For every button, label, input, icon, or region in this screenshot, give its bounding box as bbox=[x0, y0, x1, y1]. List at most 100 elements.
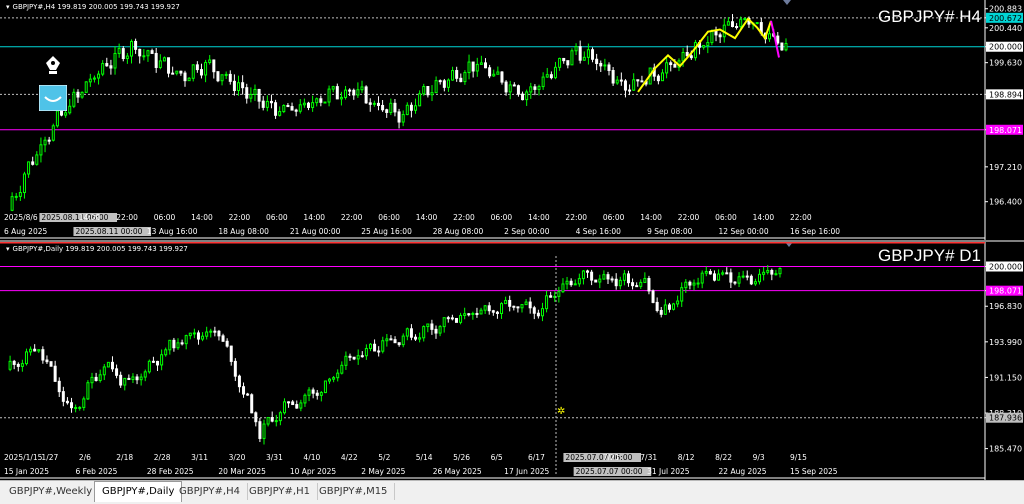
candle-body bbox=[68, 105, 72, 114]
candle-body bbox=[245, 87, 249, 99]
tab-daily[interactable]: GBPJPY#,Daily bbox=[94, 481, 183, 502]
candle-body bbox=[631, 282, 635, 287]
candle-body bbox=[311, 102, 315, 108]
candle-body bbox=[205, 331, 209, 337]
time-label-bottom: 15 Sep 2025 bbox=[790, 467, 838, 476]
candle-body bbox=[545, 295, 549, 310]
candle-body bbox=[397, 111, 401, 123]
candle-body bbox=[741, 275, 745, 278]
candle-body bbox=[20, 363, 24, 367]
dropdown-triangle-icon[interactable]: ▾ bbox=[6, 245, 10, 253]
candle-body bbox=[306, 102, 310, 108]
price-label: 198.071 bbox=[989, 126, 1022, 135]
candle-body bbox=[97, 73, 101, 79]
candle-body bbox=[27, 161, 31, 175]
candle-body bbox=[784, 42, 788, 51]
smile-box-icon[interactable] bbox=[39, 85, 67, 111]
price-label: 198.894 bbox=[989, 90, 1022, 99]
candle-body bbox=[381, 340, 385, 352]
candle-body bbox=[762, 271, 766, 275]
d1-chart-title: GBPJPY# D1 bbox=[878, 246, 981, 265]
time-label-bottom: 6 Feb 2025 bbox=[75, 467, 117, 476]
candle-body bbox=[208, 59, 212, 64]
candle-body bbox=[150, 50, 154, 54]
tab-h1[interactable]: GBPJPY#,H1 bbox=[242, 483, 318, 500]
candle-body bbox=[438, 326, 442, 334]
time-label-top: 1/27 bbox=[41, 453, 58, 462]
candle-body bbox=[328, 378, 332, 382]
candle-body bbox=[24, 351, 28, 365]
candle-body bbox=[706, 42, 710, 46]
time-label-top: 2/6 bbox=[79, 453, 91, 462]
candle-body bbox=[113, 52, 117, 69]
candle-body bbox=[532, 307, 536, 314]
candle-body bbox=[168, 339, 172, 351]
candle-body bbox=[195, 64, 199, 71]
tab-h4[interactable]: GBPJPY#,H4 bbox=[172, 483, 248, 500]
candle-body bbox=[735, 26, 739, 29]
candle-body bbox=[663, 304, 667, 315]
candle-body bbox=[591, 49, 595, 60]
candle-body bbox=[237, 82, 241, 91]
h4-chart-canvas[interactable]: 200.883200.672200.440 200.000 199.630 198.8… bbox=[0, 0, 1024, 240]
candle-body bbox=[311, 389, 315, 394]
candle-body bbox=[225, 340, 229, 347]
candle-body bbox=[229, 345, 233, 362]
time-label-bottom: 2 Sep 00:00 bbox=[504, 227, 550, 236]
candle-body bbox=[323, 101, 327, 104]
price-label: 200.440 bbox=[989, 24, 1022, 33]
time-label-top: 6/5 bbox=[491, 453, 503, 462]
candle-body bbox=[377, 350, 381, 353]
candle-body bbox=[730, 21, 734, 28]
candle-body bbox=[364, 348, 368, 357]
price-label: 196.400 bbox=[989, 198, 1022, 207]
candle-body bbox=[49, 361, 53, 367]
pen-nib-icon[interactable] bbox=[44, 55, 62, 75]
candle-body bbox=[401, 114, 405, 123]
candle-body bbox=[590, 271, 594, 281]
candle-body bbox=[60, 110, 64, 116]
candle-body bbox=[33, 348, 37, 352]
candle-body bbox=[581, 270, 585, 280]
candle-body bbox=[669, 62, 673, 66]
candle-body bbox=[232, 80, 236, 91]
candle-body bbox=[496, 71, 500, 75]
time-label-bottom: 21 Aug 00:00 bbox=[290, 227, 341, 236]
time-label-top: 14:00 bbox=[753, 213, 775, 222]
candle-body bbox=[725, 272, 729, 275]
h4-chart-title: GBPJPY# H4 bbox=[878, 7, 981, 26]
candle-body bbox=[607, 64, 611, 72]
tab-weekly[interactable]: GBPJPY#,Weekly bbox=[2, 483, 101, 500]
candle-body bbox=[475, 312, 479, 315]
candle-body bbox=[336, 372, 340, 379]
time-label-top: 5/2 bbox=[378, 453, 390, 462]
candle-body bbox=[529, 86, 533, 93]
candle-body bbox=[368, 102, 372, 105]
candle-body bbox=[426, 86, 430, 96]
candle-body bbox=[184, 335, 188, 345]
candle-body bbox=[57, 380, 61, 393]
candle-body bbox=[409, 104, 413, 111]
h4-header: ▾ GBPJPY#,H4 199.819 200.005 199.743 199.… bbox=[6, 3, 180, 11]
candle-body bbox=[737, 276, 741, 284]
tab-m15[interactable]: GBPJPY#,M15 bbox=[312, 483, 396, 500]
candle-body bbox=[217, 330, 221, 337]
time-label-top: 7/31 bbox=[640, 453, 657, 462]
candle-body bbox=[92, 77, 96, 80]
time-label-top: 14:00 bbox=[640, 213, 662, 222]
candle-body bbox=[459, 314, 463, 323]
time-label-bottom: 12 Sep 00:00 bbox=[719, 227, 769, 236]
dropdown-triangle-icon[interactable]: ▾ bbox=[6, 3, 10, 11]
candle-body bbox=[82, 398, 86, 408]
candle-body bbox=[84, 81, 88, 93]
chart-window-d1[interactable]: 200.000198.071196.830193.990191.150188.3… bbox=[0, 242, 1024, 480]
candle-body bbox=[221, 335, 225, 342]
chart-window-h4[interactable]: 200.883 200.672 200.440 200.000 199.630 198.8… bbox=[0, 0, 1024, 240]
candle-body bbox=[131, 376, 135, 380]
candle-body bbox=[622, 273, 626, 281]
candle-body bbox=[755, 22, 759, 25]
d1-chart-canvas[interactable]: 200.000198.071196.830193.990191.150188.3… bbox=[0, 242, 1024, 480]
time-label-top: 22:00 bbox=[678, 213, 700, 222]
time-label-top: 4/22 bbox=[341, 453, 358, 462]
candle-body bbox=[688, 281, 692, 286]
